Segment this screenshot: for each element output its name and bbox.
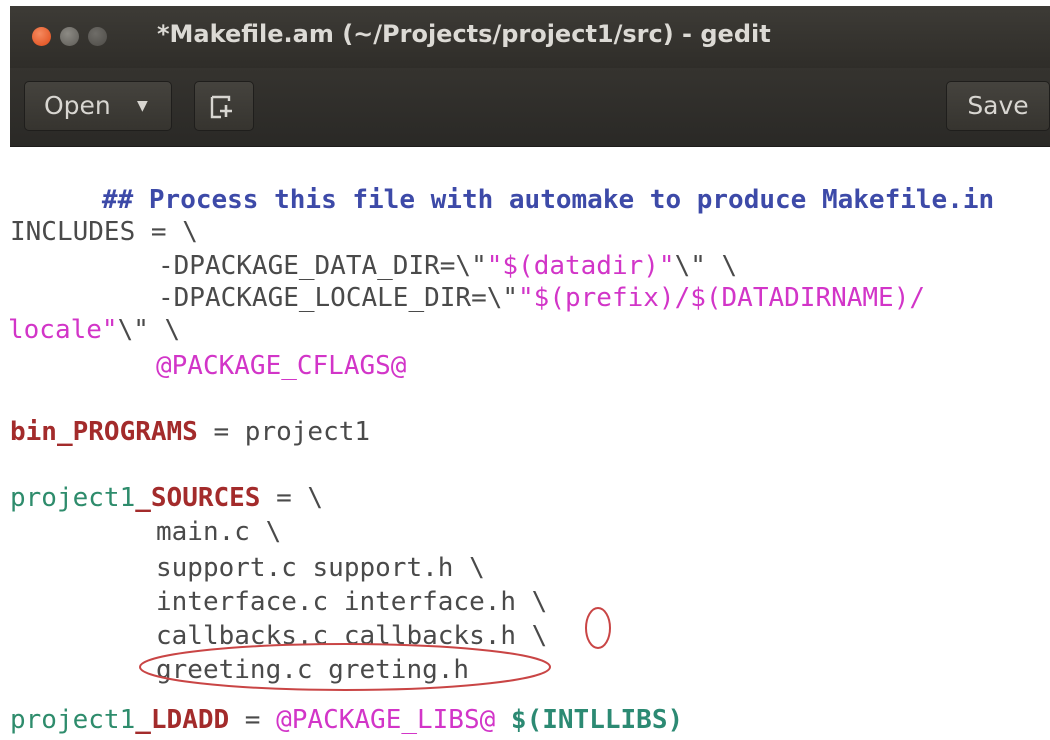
code-line: support.c support.h \ bbox=[156, 551, 485, 585]
code-line: main.c \ bbox=[156, 515, 281, 549]
string-text: "$(prefix)/$(DATADIRNAME)/ bbox=[518, 283, 926, 313]
code-line: bin_PROGRAMS = project1 bbox=[10, 415, 370, 449]
chevron-down-icon: ▼ bbox=[137, 98, 148, 114]
header-bar: Open ▼ Save bbox=[10, 68, 1050, 147]
operator-text: = \ bbox=[260, 483, 324, 513]
code-text: project1 bbox=[10, 705, 136, 735]
code-text: \" \ bbox=[117, 315, 181, 345]
code-text: \" \ bbox=[674, 251, 738, 281]
new-tab-button[interactable] bbox=[194, 81, 254, 131]
string-text: "$(datadir)" bbox=[486, 251, 675, 281]
title-bar: *Makefile.am (~/Projects/project1/src) -… bbox=[10, 6, 1050, 68]
minimize-window-button[interactable] bbox=[60, 27, 79, 46]
code-line: project1_SOURCES = \ bbox=[10, 481, 323, 515]
code-line: project1_LDADD = @PACKAGE_LIBS@ $(INTLLI… bbox=[10, 703, 683, 737]
operator-text: = bbox=[229, 705, 277, 735]
comment-text: ## Process this file with automake to pr… bbox=[101, 185, 995, 215]
code-text: greeting.c greting.h bbox=[156, 655, 470, 685]
code-line: interface.c interface.h \ bbox=[156, 585, 547, 619]
code-line: @PACKAGE_CFLAGS@ bbox=[156, 349, 406, 383]
keyword-text: _SOURCES bbox=[135, 483, 261, 513]
code-line: locale"\" \ bbox=[8, 313, 180, 347]
open-button[interactable]: Open ▼ bbox=[24, 81, 172, 131]
string-text: locale" bbox=[8, 315, 118, 345]
code-text: = project1 bbox=[197, 417, 371, 447]
code-line: -DPACKAGE_DATA_DIR=\""$(datadir)"\" \ bbox=[158, 249, 737, 283]
code-line: INCLUDES = \ bbox=[10, 215, 198, 249]
code-line: -DPACKAGE_LOCALE_DIR=\""$(prefix)/$(DATA… bbox=[158, 281, 925, 315]
code-text: callbacks.c callbacks.h \ bbox=[156, 621, 548, 651]
new-document-icon bbox=[210, 95, 232, 119]
code-line: callbacks.c callbacks.h \ bbox=[156, 619, 547, 653]
code-text: main.c \ bbox=[156, 517, 282, 547]
operator-text: = \ bbox=[135, 217, 198, 247]
code-text: support.c support.h \ bbox=[156, 553, 485, 583]
maximize-window-button[interactable] bbox=[88, 27, 107, 46]
substitution-text: @PACKAGE_LIBS@ bbox=[276, 705, 496, 735]
code-line: greeting.c greting.h bbox=[156, 653, 469, 687]
text-editor[interactable]: ## Process this file with automake to pr… bbox=[0, 147, 1050, 740]
window-title: *Makefile.am (~/Projects/project1/src) -… bbox=[157, 20, 771, 48]
keyword-text: bin_PROGRAMS bbox=[10, 417, 198, 447]
code-text: project1 bbox=[10, 483, 136, 513]
variable-text: $(INTLLIBS) bbox=[495, 705, 684, 735]
close-window-button[interactable] bbox=[32, 27, 51, 46]
gedit-window: *Makefile.am (~/Projects/project1/src) -… bbox=[0, 0, 1050, 740]
code-text: -DPACKAGE_DATA_DIR=\" bbox=[158, 251, 487, 281]
open-button-label: Open bbox=[44, 91, 111, 120]
code-text: -DPACKAGE_LOCALE_DIR=\" bbox=[158, 283, 519, 313]
save-button[interactable]: Save bbox=[946, 81, 1050, 131]
keyword-text: _LDADD bbox=[135, 705, 230, 735]
code-line: ## Process this file with automake to pr… bbox=[8, 149, 994, 215]
variable-name: INCLUDES bbox=[10, 217, 136, 247]
substitution-text: @PACKAGE_CFLAGS@ bbox=[156, 351, 407, 381]
code-text: interface.c interface.h \ bbox=[156, 587, 548, 617]
